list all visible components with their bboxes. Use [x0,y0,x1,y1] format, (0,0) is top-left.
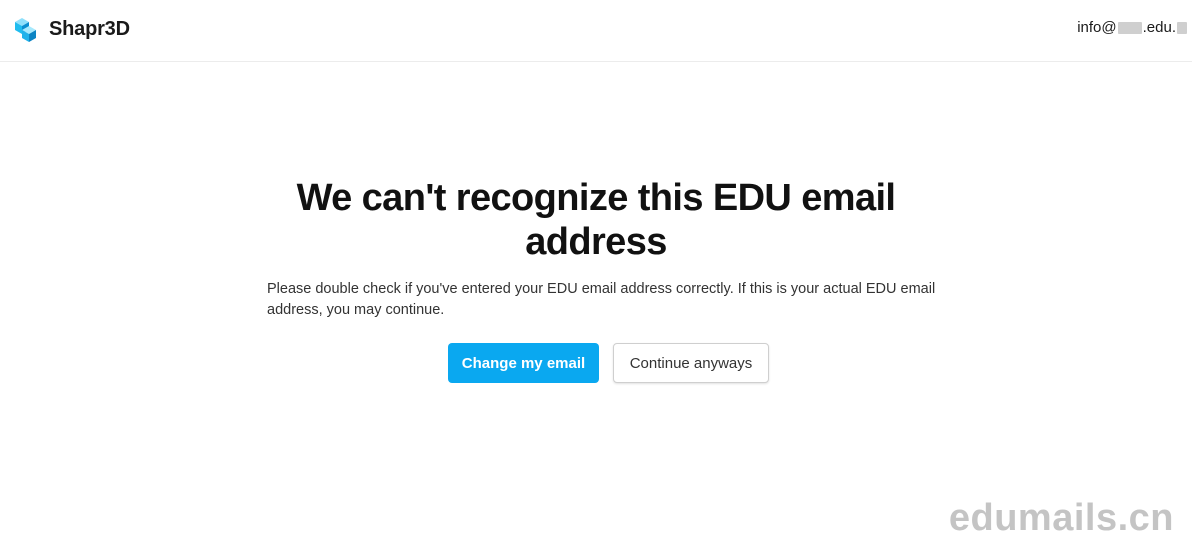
continue-anyways-button[interactable]: Continue anyways [613,343,769,383]
action-buttons: Change my email Continue anyways [448,343,1192,383]
page-title: We can't recognize this EDU email addres… [296,177,896,263]
account-email[interactable]: info@ .edu. [1077,19,1188,36]
main-content: We can't recognize this EDU email addres… [0,176,1192,383]
change-email-button[interactable]: Change my email [448,343,599,383]
account-email-prefix: info@ [1077,19,1117,36]
watermark: edumails.cn [948,497,1174,539]
page-message: Please double check if you've entered yo… [267,281,936,318]
shapr3d-logo-icon [15,18,36,42]
top-bar: Shapr3D info@ .edu. [0,0,1192,62]
brand-home-link[interactable]: Shapr3D [11,13,130,45]
brand-name: Shapr3D [49,17,130,40]
page: Shapr3D info@ .edu. We can't recognize t… [0,0,1192,550]
account-email-domain: .edu. [1142,19,1176,36]
redacted-text [1177,21,1187,34]
redacted-text [1117,21,1142,34]
